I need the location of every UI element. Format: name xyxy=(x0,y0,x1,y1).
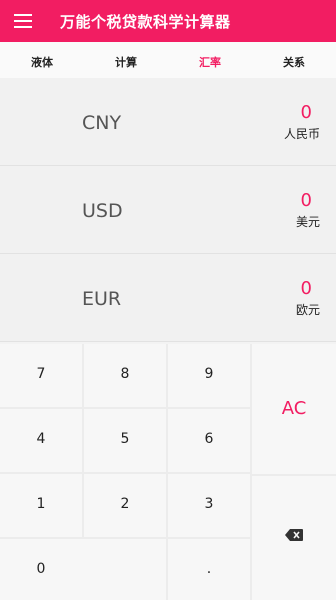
key-0[interactable]: 0 xyxy=(0,539,166,600)
ac-button[interactable]: AC xyxy=(252,344,336,474)
key-3[interactable]: 3 xyxy=(168,474,250,537)
backspace-button[interactable] xyxy=(252,476,336,600)
ac-label: AC xyxy=(281,398,307,419)
key-label: 9 xyxy=(204,366,214,382)
menu-icon[interactable] xyxy=(14,14,32,28)
key-label: . xyxy=(206,561,212,577)
currency-row-cny[interactable]: CNY 0 人民币 xyxy=(0,78,336,166)
tab-relation[interactable]: 关系 xyxy=(252,54,336,70)
key-label: 8 xyxy=(120,366,130,382)
key-label: 4 xyxy=(36,431,46,447)
app-bar: 万能个税贷款科学计算器 xyxy=(0,0,336,42)
key-label: 5 xyxy=(120,431,130,447)
key-label: 6 xyxy=(204,431,214,447)
key-9[interactable]: 9 xyxy=(168,344,250,407)
currency-name: 欧元 xyxy=(295,303,320,317)
key-4[interactable]: 4 xyxy=(0,409,82,472)
currency-code: CNY xyxy=(82,112,122,134)
currency-code: USD xyxy=(82,200,123,222)
backspace-icon xyxy=(252,528,336,546)
key-label: 1 xyxy=(36,496,46,512)
key-2[interactable]: 2 xyxy=(84,474,166,537)
tab-exchange-rate[interactable]: 汇率 xyxy=(168,54,252,70)
key-7[interactable]: 7 xyxy=(0,344,82,407)
currency-name: 人民币 xyxy=(283,127,320,141)
tab-bar: 液体 计算 汇率 关系 xyxy=(0,42,336,78)
key-label: 2 xyxy=(120,496,130,512)
key-5[interactable]: 5 xyxy=(84,409,166,472)
keypad: 7 8 9 AC 4 5 6 1 2 3 0 . xyxy=(0,344,336,600)
tab-calculate[interactable]: 计算 xyxy=(84,54,168,70)
tab-liquid[interactable]: 液体 xyxy=(0,54,84,70)
key-label: 7 xyxy=(36,366,46,382)
currency-name: 美元 xyxy=(295,215,320,229)
currency-amount: 0 xyxy=(300,278,312,299)
key-1[interactable]: 1 xyxy=(0,474,82,537)
currency-amount: 0 xyxy=(300,102,312,123)
key-8[interactable]: 8 xyxy=(84,344,166,407)
key-decimal[interactable]: . xyxy=(168,539,250,600)
currency-code: EUR xyxy=(82,288,122,310)
key-6[interactable]: 6 xyxy=(168,409,250,472)
app-title: 万能个税贷款科学计算器 xyxy=(60,13,231,31)
currency-amount: 0 xyxy=(300,190,312,211)
currency-row-usd[interactable]: USD 0 美元 xyxy=(0,166,336,254)
key-label: 0 xyxy=(36,561,46,577)
currency-row-eur[interactable]: EUR 0 欧元 xyxy=(0,254,336,342)
key-label: 3 xyxy=(204,496,214,512)
